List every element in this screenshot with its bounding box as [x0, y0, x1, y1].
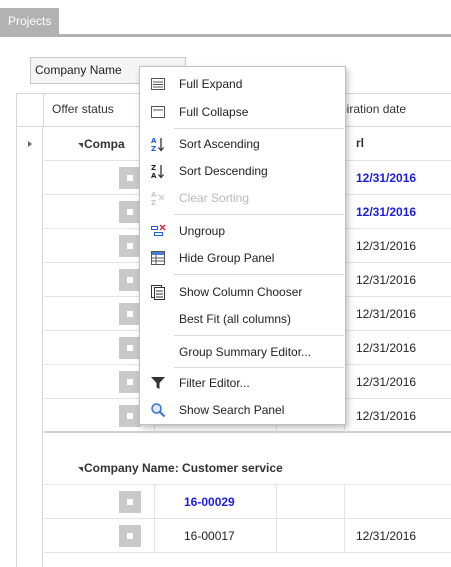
group-row-label: Compa: [84, 137, 125, 151]
row-expiration-date: 12/31/2016: [356, 341, 417, 355]
menu-item-label: Show Search Panel: [179, 403, 285, 417]
menu-separator: [174, 335, 344, 336]
group-row-label-tail: rl: [356, 136, 365, 150]
table-row[interactable]: 16-00029: [44, 485, 451, 519]
menu-item-sort-ascending[interactable]: AZ Sort Ascending: [140, 131, 345, 157]
row-expiration-date: 12/31/2016: [356, 375, 417, 389]
status-box-icon: [119, 201, 141, 223]
hide-group-panel-icon: [151, 251, 165, 265]
menu-item-full-expand[interactable]: Full Expand: [140, 71, 345, 97]
collapse-arrow-icon[interactable]: [78, 467, 83, 472]
menu-item-label: Show Column Chooser: [179, 285, 303, 299]
menu-separator: [174, 274, 344, 275]
status-box-icon: [119, 525, 141, 547]
sort-ascending-icon: AZ: [151, 137, 164, 152]
menu-item-ungroup[interactable]: Ungroup: [140, 218, 345, 244]
svg-text:A: A: [151, 137, 157, 145]
group-row-label: Company Name: Customer service: [84, 461, 283, 475]
menu-item-sort-descending[interactable]: ZA Sort Descending: [140, 158, 345, 184]
status-box-icon: [119, 405, 141, 427]
svg-text:A: A: [151, 172, 157, 179]
row-expiration-date: 12/31/2016: [356, 205, 417, 219]
status-box-icon: [119, 371, 141, 393]
status-box-icon: [119, 303, 141, 325]
context-menu: Full Expand Full Collapse AZ Sort Ascend…: [139, 66, 346, 425]
status-box-icon: [119, 491, 141, 513]
column-header-offer-status[interactable]: Offer status: [43, 94, 143, 127]
group-row[interactable]: Company Name: Customer service: [44, 451, 451, 485]
tab-projects[interactable]: Projects: [0, 8, 60, 36]
menu-item-hide-group-panel[interactable]: Hide Group Panel: [140, 245, 345, 271]
svg-text:Z: Z: [151, 164, 156, 172]
filter-icon: [151, 377, 165, 389]
menu-item-label: Sort Ascending: [179, 137, 260, 151]
menu-separator: [174, 367, 344, 368]
row-expiration-date: 12/31/2016: [356, 171, 417, 185]
row-number: 16-00017: [184, 529, 235, 543]
group-chip-label: Company Name: [35, 63, 122, 77]
tab-strip: Projects: [0, 0, 451, 37]
status-box-icon: [119, 235, 141, 257]
table-row[interactable]: 16-00017 12/31/2016: [44, 519, 451, 553]
search-icon: [151, 403, 166, 418]
row-expiration-date: 12/31/2016: [356, 273, 417, 287]
menu-item-full-collapse[interactable]: Full Collapse: [140, 99, 345, 125]
row-expiration-date: 12/31/2016: [356, 529, 417, 543]
menu-item-filter-editor[interactable]: Filter Editor...: [140, 370, 345, 396]
menu-item-show-column-chooser[interactable]: Show Column Chooser: [140, 279, 345, 305]
status-box-icon: [119, 337, 141, 359]
menu-separator: [174, 214, 344, 215]
menu-item-label: Filter Editor...: [179, 376, 250, 390]
column-chooser-icon: [151, 285, 165, 300]
status-box-icon: [119, 167, 141, 189]
menu-item-label: Clear Sorting: [179, 191, 250, 205]
collapse-arrow-icon[interactable]: [78, 143, 83, 148]
menu-separator: [174, 128, 344, 129]
row-expiration-date: 12/31/2016: [356, 307, 417, 321]
menu-item-label: Full Expand: [179, 77, 243, 91]
menu-item-label: Best Fit (all columns): [179, 312, 292, 326]
status-box-icon: [119, 269, 141, 291]
full-collapse-icon: [151, 106, 165, 118]
ungroup-icon: [151, 224, 166, 236]
menu-item-label: Sort Descending: [179, 164, 268, 178]
menu-item-best-fit[interactable]: Best Fit (all columns): [140, 306, 345, 332]
row-expiration-date: 12/31/2016: [356, 409, 417, 423]
full-expand-icon: [151, 78, 165, 90]
current-row-indicator-icon: [17, 127, 43, 161]
svg-text:Z: Z: [151, 145, 156, 152]
svg-text:Z: Z: [151, 199, 156, 206]
menu-item-label: Ungroup: [179, 224, 226, 238]
menu-item-group-summary-editor[interactable]: Group Summary Editor...: [140, 339, 345, 365]
sort-descending-icon: ZA: [151, 164, 164, 179]
menu-item-label: Full Collapse: [179, 105, 249, 119]
row-expiration-date: 12/31/2016: [356, 239, 417, 253]
menu-item-show-search-panel[interactable]: Show Search Panel: [140, 397, 345, 423]
row-number: 16-00029: [184, 495, 235, 509]
svg-text:A: A: [151, 191, 157, 199]
menu-item-label: Hide Group Panel: [179, 251, 275, 265]
menu-item-clear-sorting[interactable]: AZ Clear Sorting: [140, 185, 345, 211]
clear-sorting-icon: AZ: [151, 191, 165, 206]
menu-item-label: Group Summary Editor...: [179, 345, 312, 359]
row-indicator-column: [17, 127, 43, 567]
